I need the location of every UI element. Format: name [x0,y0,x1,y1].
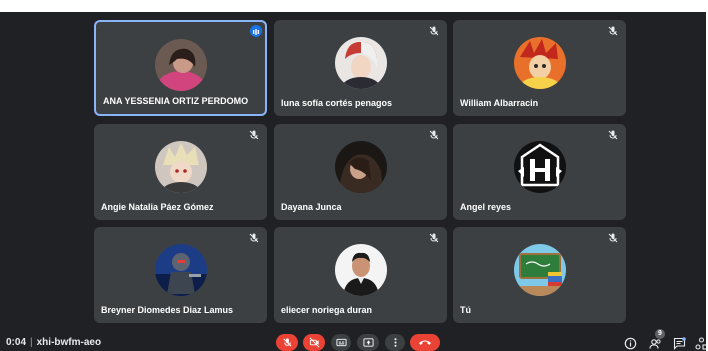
mic-off-icon [249,130,259,140]
activities-icon[interactable] [695,337,706,350]
participant-tile[interactable]: Angie Natalia Páez Gómez [94,124,267,220]
participant-name: Angie Natalia Páez Gómez [101,202,214,212]
meeting-info: 0:04 | xhi-bwfm-aeo [6,337,101,348]
present-button[interactable] [357,334,379,351]
avatar [334,244,387,296]
meet-window: ANA YESSENIA ORTIZ PERDOMO luna sofía co… [0,12,706,351]
participant-name: ANA YESSENIA ORTIZ PERDOMO [103,96,249,106]
participant-tile[interactable]: ANA YESSENIA ORTIZ PERDOMO [94,20,267,116]
mic-off-icon [282,338,292,347]
leave-call-button[interactable] [410,334,440,351]
mic-off-icon [608,26,618,36]
participant-name: Tú [460,305,471,315]
participant-tile[interactable]: Angel reyes [453,124,626,220]
avatar [513,37,566,89]
more-options-button[interactable] [385,334,405,351]
meeting-code: xhi-bwfm-aeo [36,337,102,348]
present-icon [362,338,374,347]
meeting-details-icon[interactable] [624,337,637,350]
avatar [334,37,387,89]
participant-tile[interactable]: eliecer noriega duran [274,227,447,323]
participant-name: eliecer noriega duran [281,305,373,315]
participant-name: luna sofía cortés penagos [281,98,393,108]
mic-off-icon [429,130,439,140]
mic-off-icon [429,26,439,36]
avatar [513,141,566,193]
avatar [154,39,207,91]
captions-icon [335,338,347,347]
participant-name: Breyner Diomedes Diaz Lamus [101,305,234,315]
call-end-icon [419,340,431,345]
mic-off-icon [608,130,618,140]
speaking-indicator-icon [250,25,262,37]
camera-toggle-button[interactable] [303,334,325,351]
camera-off-icon [309,337,319,348]
control-bar: 0:04 | xhi-bwfm-aeo 9 [0,329,706,351]
participant-tile[interactable]: Dayana Junca [274,124,447,220]
more-vert-icon [393,338,397,347]
avatar [154,141,207,193]
chat-icon[interactable] [673,337,686,350]
captions-button[interactable] [331,334,351,351]
avatar [513,244,566,296]
people-icon[interactable] [649,337,662,350]
mic-off-icon [608,233,618,243]
participant-tile[interactable]: Tú [453,227,626,323]
participant-name: William Albarracin [460,98,539,108]
avatar [334,141,387,193]
participant-tile[interactable]: Breyner Diomedes Diaz Lamus [94,227,267,323]
mic-toggle-button[interactable] [276,334,298,351]
participant-tile[interactable]: luna sofía cortés penagos [274,20,447,116]
meeting-separator: | [30,337,33,348]
avatar [154,244,207,296]
participant-tile[interactable]: William Albarracin [453,20,626,116]
meeting-time: 0:04 [6,337,27,348]
participant-name: Angel reyes [460,202,512,212]
participant-grid: ANA YESSENIA ORTIZ PERDOMO luna sofía co… [0,12,706,334]
participant-name: Dayana Junca [281,202,342,212]
mic-off-icon [249,233,259,243]
mic-off-icon [429,233,439,243]
